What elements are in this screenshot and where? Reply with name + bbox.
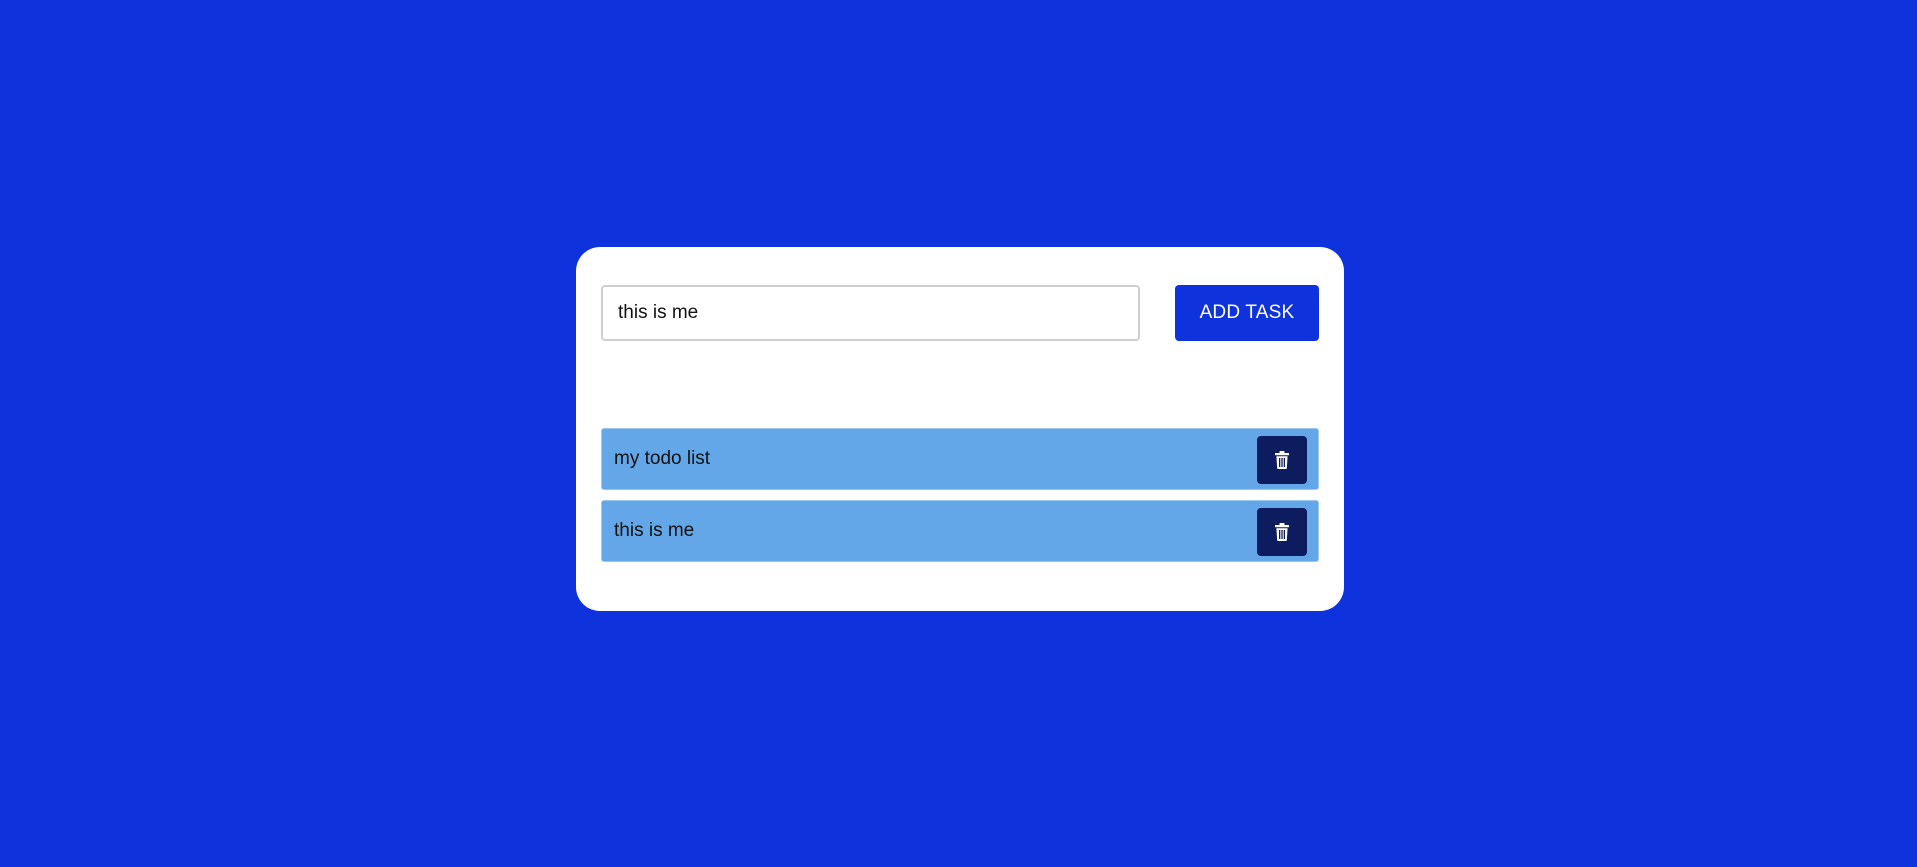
task-item: my todo list	[601, 428, 1319, 490]
trash-icon	[1275, 451, 1289, 469]
task-input[interactable]	[601, 285, 1140, 341]
task-list: my todo list this is me	[601, 428, 1319, 572]
task-text: my todo list	[614, 448, 711, 469]
todo-card: ADD TASK my todo list this is me	[576, 247, 1344, 611]
task-item: this is me	[601, 500, 1319, 562]
trash-icon	[1275, 523, 1289, 541]
delete-task-button[interactable]	[1257, 508, 1307, 556]
task-text: this is me	[614, 520, 695, 541]
add-task-button[interactable]: ADD TASK	[1175, 285, 1319, 341]
delete-task-button[interactable]	[1257, 436, 1307, 484]
